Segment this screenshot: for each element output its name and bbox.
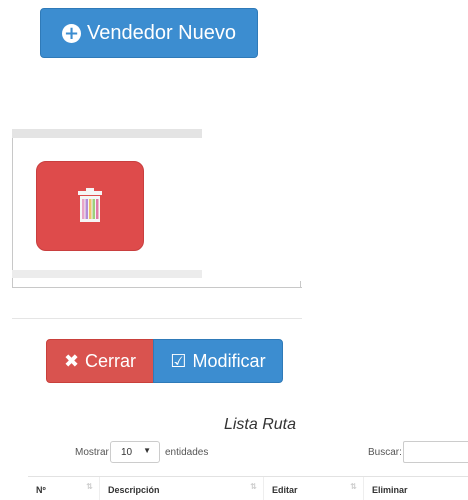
- list-title: Lista Ruta: [223, 416, 297, 433]
- panel-bottom-border: [12, 287, 302, 288]
- modify-label: Modificar: [192, 350, 266, 371]
- chevron-down-icon: ▼: [143, 446, 151, 455]
- panel-corner: [300, 281, 301, 288]
- new-vendor-label: Vendedor Nuevo: [86, 21, 236, 44]
- col-header-number[interactable]: Nº ⇅: [28, 477, 100, 500]
- new-vendor-button[interactable]: + Vendedor Nuevo: [40, 8, 258, 58]
- modify-button[interactable]: ☑ Modificar: [153, 339, 283, 383]
- search-input[interactable]: [403, 441, 468, 463]
- col-label-delete: Eliminar: [372, 485, 408, 495]
- panel-top-border: [12, 129, 202, 138]
- sort-icon: ⇅: [250, 482, 257, 491]
- table-header: Nº ⇅ Descripción ⇅ Editar ⇅ Eliminar: [28, 476, 468, 500]
- col-label-edit: Editar: [272, 485, 298, 495]
- panel-left-border: [12, 138, 13, 288]
- close-button[interactable]: ✖ Cerrar: [46, 339, 154, 383]
- sort-icon: ⇅: [350, 482, 357, 491]
- trash-icon: [78, 188, 102, 222]
- close-label: Cerrar: [85, 350, 137, 371]
- plus-circle-icon: +: [61, 22, 81, 44]
- col-header-delete[interactable]: Eliminar: [364, 477, 468, 500]
- col-label-description: Descripción: [108, 485, 160, 495]
- sort-icon: ⇅: [86, 482, 93, 491]
- col-header-edit[interactable]: Editar ⇅: [264, 477, 364, 500]
- page-length-value: 10: [121, 446, 133, 458]
- show-label: Mostrar: [75, 447, 109, 458]
- search-label: Buscar:: [368, 447, 402, 458]
- panel-scroll-strip: [12, 270, 202, 278]
- modal-divider: [12, 318, 302, 319]
- delete-button[interactable]: [36, 161, 144, 251]
- check-square-icon: ☑: [170, 350, 187, 372]
- col-header-description[interactable]: Descripción ⇅: [100, 477, 264, 500]
- page-length-select[interactable]: 10 ▼: [110, 441, 160, 463]
- col-label-number: Nº: [36, 485, 46, 495]
- entries-label: entidades: [165, 447, 209, 458]
- times-icon: ✖: [63, 350, 80, 372]
